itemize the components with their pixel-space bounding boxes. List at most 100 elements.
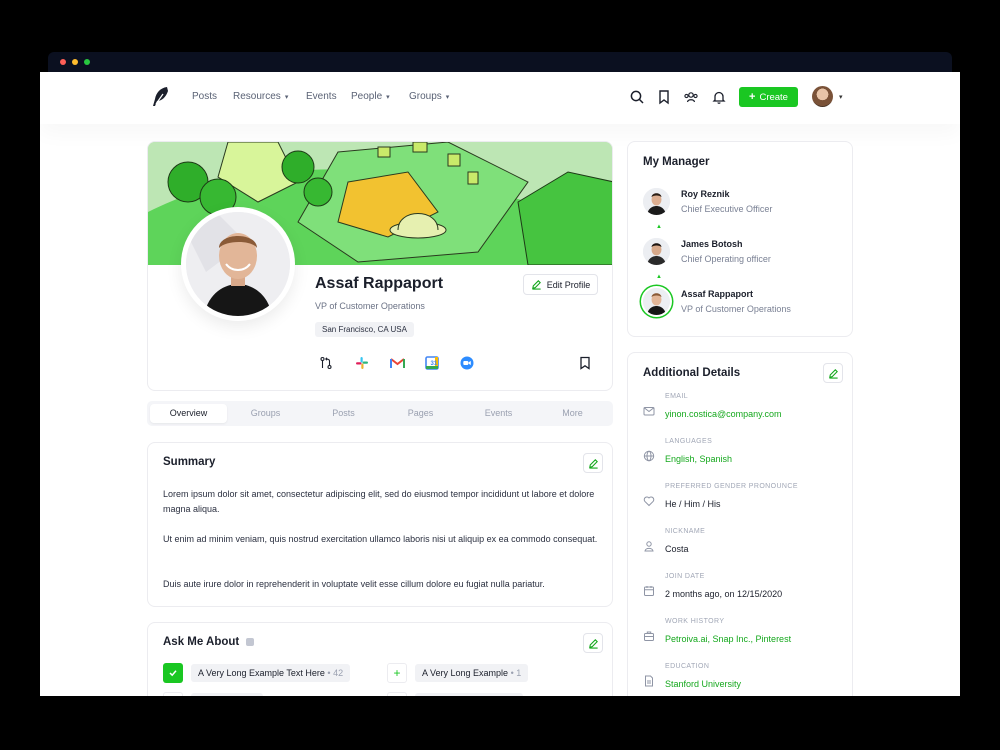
detail-label: LANGUAGES xyxy=(665,438,713,445)
nav-events[interactable]: Events xyxy=(306,91,337,102)
people-icon[interactable] xyxy=(683,89,699,105)
add-topic-button[interactable] xyxy=(163,692,183,696)
window-titlebar xyxy=(48,52,952,72)
summary-paragraph: Ut enim ad minim veniam, quis nostrud ex… xyxy=(163,534,598,544)
chevron-down-icon: ▾ xyxy=(284,93,289,101)
edit-summary-button[interactable] xyxy=(583,453,603,473)
detail-label: EDUCATION xyxy=(665,663,710,670)
summary-card: Summary Lorem ipsum dolor sit amet, cons… xyxy=(147,442,613,607)
pronouns-value: He / Him / His xyxy=(665,499,721,509)
bookmark-icon[interactable] xyxy=(577,355,593,371)
git-icon[interactable] xyxy=(318,355,334,371)
nav-groups[interactable]: Groups ▾ xyxy=(409,91,449,102)
create-button[interactable]: + Create xyxy=(739,87,798,107)
ask-topic-pill[interactable] xyxy=(415,693,523,696)
tab-more[interactable]: More xyxy=(534,404,611,423)
profile-photo[interactable] xyxy=(181,207,295,321)
ask-topic-pill[interactable]: A Very Long Example Text Here • 42 xyxy=(191,664,351,682)
nav-resources[interactable]: Resources ▾ xyxy=(233,91,288,102)
create-button-label: Create xyxy=(759,91,788,103)
work-history-links[interactable]: Petroiva.ai, Snap Inc., Pinterest xyxy=(665,634,791,644)
manager-name: James Botosh xyxy=(681,239,743,249)
manager-role: Chief Operating officer xyxy=(681,254,771,264)
google-calendar-icon[interactable]: 31 xyxy=(424,355,440,371)
education-link[interactable]: Stanford University xyxy=(665,679,741,689)
edit-profile-label: Edit Profile xyxy=(546,279,591,290)
tab-groups[interactable]: Groups xyxy=(227,404,304,423)
manager-row-current[interactable]: Assaf Rappaport VP of Customer Operation… xyxy=(643,288,791,315)
chevron-down-icon[interactable]: ▾ xyxy=(839,93,843,101)
pencil-icon xyxy=(531,280,541,290)
profile-title: VP of Customer Operations xyxy=(315,301,425,311)
join-date-value: 2 months ago, on 12/15/2020 xyxy=(665,589,783,599)
location-badge: San Francisco, CA USA xyxy=(315,322,414,337)
minimize-dot[interactable] xyxy=(72,59,78,65)
search-icon[interactable] xyxy=(629,89,645,105)
ask-topic-text: A Very Long Example Text Here xyxy=(198,668,325,678)
nav-people[interactable]: People ▾ xyxy=(351,91,390,102)
edit-profile-button[interactable]: Edit Profile xyxy=(523,274,598,295)
info-icon[interactable] xyxy=(246,638,255,646)
avatar xyxy=(643,188,670,215)
detail-label: PREFERRED GENDER PRONOUNCE xyxy=(665,483,798,490)
detail-label: NICKNAME xyxy=(665,528,706,535)
close-dot[interactable] xyxy=(60,59,66,65)
app-page: Posts Resources ▾ Events People ▾ Groups ▾ … xyxy=(40,72,960,696)
nav-events-label: Events xyxy=(306,91,337,102)
user-avatar[interactable] xyxy=(812,86,833,107)
ask-item: + A Very Long Example • 1 xyxy=(387,663,529,683)
profile-photo-image xyxy=(186,212,290,316)
edit-ask-button[interactable] xyxy=(583,633,603,653)
feather-logo-icon[interactable] xyxy=(151,86,171,108)
detail-label: JOIN DATE xyxy=(665,573,705,580)
pencil-icon xyxy=(588,638,598,649)
tab-pages[interactable]: Pages xyxy=(382,404,459,423)
avatar xyxy=(643,238,670,265)
profile-tabs: Overview Groups Posts Pages Events More xyxy=(147,401,613,426)
calendar-icon xyxy=(644,586,654,596)
chevron-down-icon: ▾ xyxy=(445,93,450,101)
bell-icon[interactable] xyxy=(711,89,727,105)
chevron-up-icon: ▲ xyxy=(656,224,662,230)
details-title: Additional Details xyxy=(643,367,741,379)
slack-icon[interactable] xyxy=(354,355,370,371)
nav-posts-label: Posts xyxy=(192,91,218,102)
nav-posts[interactable]: Posts xyxy=(192,91,217,102)
tab-events[interactable]: Events xyxy=(460,404,537,423)
checked-checkbox[interactable] xyxy=(163,663,183,683)
manager-name: Assaf Rappaport xyxy=(681,289,754,299)
languages-value[interactable]: English, Spanish xyxy=(665,454,732,464)
email-link[interactable]: yinon.costica@company.com xyxy=(665,409,782,419)
chevron-down-icon: ▾ xyxy=(386,93,390,101)
summary-paragraph: Lorem ipsum dolor sit amet, consectetur … xyxy=(163,489,595,514)
nav-resources-label: Resources xyxy=(233,91,281,102)
detail-label: EMAIL xyxy=(665,393,689,400)
zoom-icon[interactable] xyxy=(459,355,475,371)
ask-title: Ask Me About xyxy=(163,636,240,648)
pencil-icon xyxy=(588,458,598,469)
maximize-dot[interactable] xyxy=(84,59,90,65)
summary-paragraph: Duis aute irure dolor in reprehenderit i… xyxy=(163,579,545,589)
tab-posts[interactable]: Posts xyxy=(305,404,382,423)
profile-name: Assaf Rappaport xyxy=(315,275,444,292)
add-topic-button[interactable] xyxy=(387,692,407,696)
tab-overview[interactable]: Overview xyxy=(150,404,227,423)
profile-card: Assaf Rappaport VP of Customer Operation… xyxy=(147,141,613,391)
manager-name: Roy Reznik xyxy=(681,189,730,199)
gmail-icon[interactable] xyxy=(389,355,405,371)
pencil-icon xyxy=(828,368,838,379)
svg-text:31: 31 xyxy=(431,361,438,367)
nav-groups-label: Groups xyxy=(409,91,442,102)
manager-row[interactable]: Roy Reznik Chief Executive Officer xyxy=(643,188,772,215)
manager-row[interactable]: James Botosh Chief Operating officer xyxy=(643,238,771,265)
ask-topic-pill[interactable] xyxy=(191,693,263,696)
bookmark-icon[interactable] xyxy=(656,89,672,105)
ask-topic-text: A Very Long Example xyxy=(422,668,509,678)
edit-details-button[interactable] xyxy=(823,363,843,383)
chevron-up-icon: ▲ xyxy=(656,274,662,280)
add-topic-button[interactable]: + xyxy=(387,663,407,683)
manager-role: Chief Executive Officer xyxy=(681,204,773,214)
ask-topic-pill[interactable]: A Very Long Example • 1 xyxy=(415,664,529,682)
ask-item: A Very Long Example Text Here • 42 xyxy=(163,663,351,683)
document-icon xyxy=(645,675,653,687)
